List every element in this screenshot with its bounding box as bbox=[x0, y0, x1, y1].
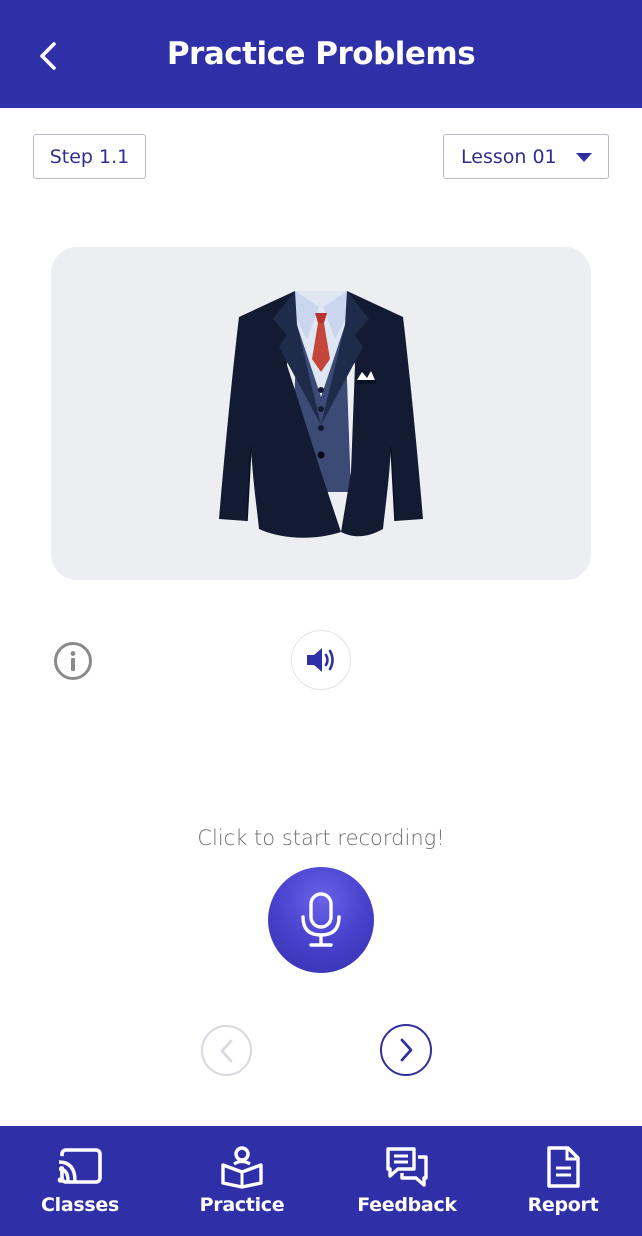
nav-item-feedback[interactable]: Feedback bbox=[355, 1126, 459, 1236]
info-icon bbox=[54, 642, 92, 680]
nav-label-feedback: Feedback bbox=[357, 1194, 457, 1216]
nav-label-classes: Classes bbox=[41, 1194, 119, 1216]
record-button[interactable] bbox=[268, 867, 374, 973]
nav-label-practice: Practice bbox=[199, 1194, 285, 1216]
app-header: Practice Problems bbox=[0, 0, 642, 108]
lesson-dropdown-value: Lesson 01 bbox=[461, 145, 557, 168]
suit-jacket-illustration bbox=[219, 291, 423, 538]
record-hint: Click to start recording! bbox=[197, 826, 445, 850]
speaker-icon bbox=[307, 648, 334, 672]
chevron-left-icon bbox=[40, 42, 56, 70]
cast-icon bbox=[57, 1148, 102, 1184]
document-icon bbox=[547, 1146, 580, 1188]
next-button[interactable] bbox=[380, 1024, 432, 1076]
bottom-nav: Classes Practice Feedback Report bbox=[0, 1126, 642, 1236]
microphone-icon bbox=[301, 892, 341, 947]
chevron-left-icon bbox=[220, 1039, 232, 1062]
nav-item-report[interactable]: Report bbox=[520, 1126, 606, 1236]
info-button[interactable] bbox=[53, 641, 93, 681]
back-button[interactable] bbox=[28, 34, 68, 78]
caret-down-icon bbox=[576, 153, 592, 162]
chat-bubbles-icon bbox=[386, 1147, 428, 1187]
lesson-dropdown[interactable]: Lesson 01 bbox=[443, 134, 609, 179]
reader-icon bbox=[221, 1146, 263, 1189]
chevron-right-icon bbox=[400, 1038, 413, 1062]
play-audio-button[interactable] bbox=[291, 630, 351, 690]
step-indicator: Step 1.1 bbox=[33, 134, 146, 179]
previous-button[interactable] bbox=[201, 1025, 252, 1076]
nav-item-practice[interactable]: Practice bbox=[198, 1126, 286, 1236]
nav-item-classes[interactable]: Classes bbox=[36, 1126, 124, 1236]
practice-image-card bbox=[51, 247, 591, 580]
page-title: Practice Problems bbox=[166, 36, 476, 72]
nav-label-report: Report bbox=[527, 1194, 599, 1216]
